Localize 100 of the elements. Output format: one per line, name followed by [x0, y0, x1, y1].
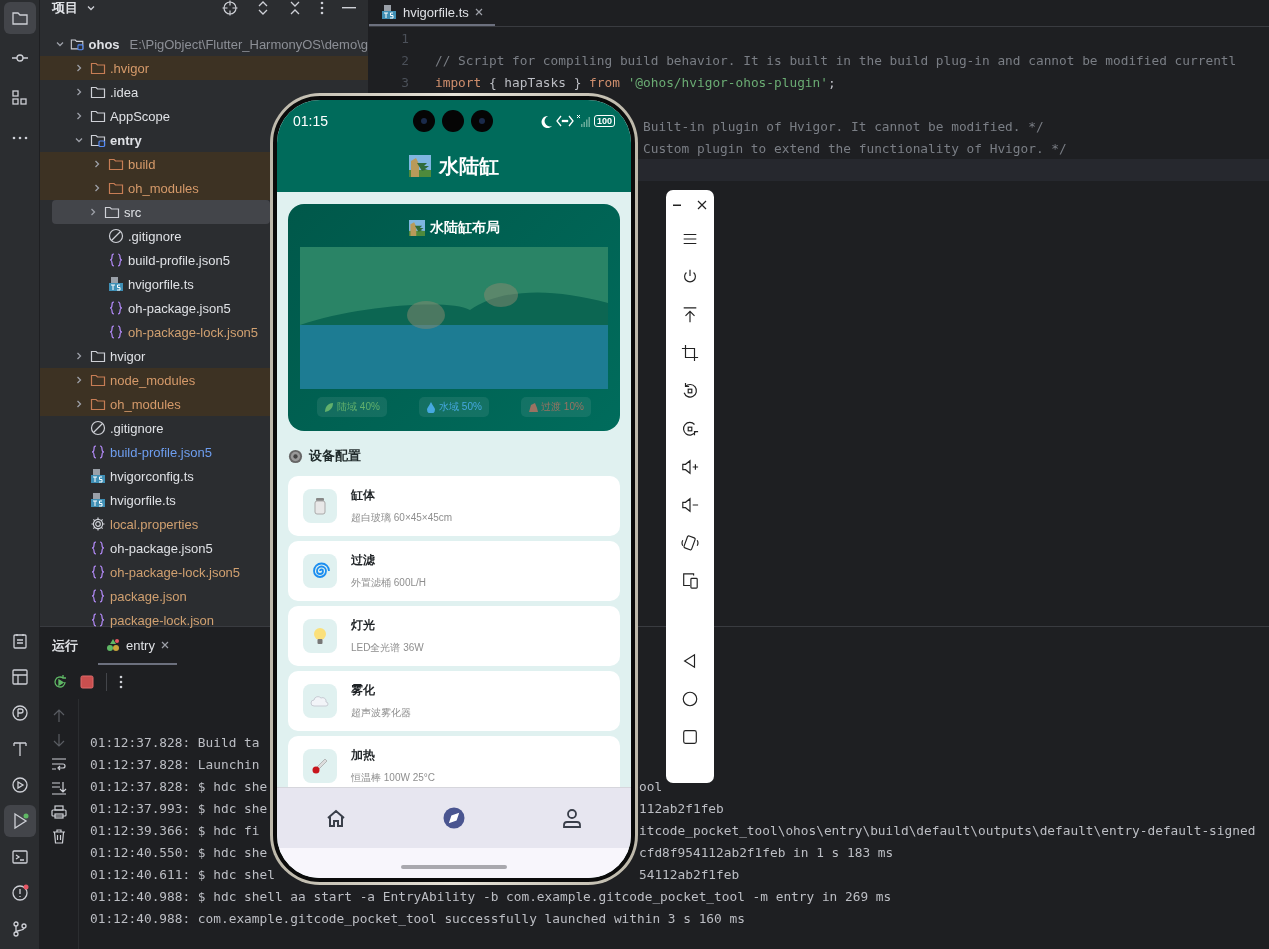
- chevron-icon[interactable]: [92, 159, 102, 169]
- person-icon: [561, 807, 583, 829]
- project-tool-button[interactable]: [3, 2, 36, 34]
- tree-item[interactable]: hvigorconfig.ts: [40, 464, 270, 488]
- tree-item[interactable]: .gitignore: [40, 224, 270, 248]
- home-tab[interactable]: [325, 807, 347, 829]
- tree-item[interactable]: build-profile.json5: [40, 440, 270, 464]
- tree-item[interactable]: AppScope: [40, 104, 270, 128]
- tree-item[interactable]: oh_modules: [40, 176, 270, 200]
- up-arrow-icon[interactable]: [53, 709, 65, 723]
- chevron-icon[interactable]: [74, 375, 84, 385]
- tree-item[interactable]: hvigorfile.ts: [40, 272, 270, 296]
- scroll-to-end-icon[interactable]: [51, 781, 67, 795]
- folder-icon: [90, 372, 106, 388]
- more-options-icon[interactable]: [119, 675, 123, 689]
- device-card[interactable]: 加热 恒温棒 100W 25°C: [288, 736, 620, 787]
- tree-item[interactable]: oh_modules: [40, 392, 270, 416]
- rotate-left-icon[interactable]: [681, 382, 699, 400]
- soft-wrap-icon[interactable]: [51, 757, 67, 771]
- chevron-icon[interactable]: [92, 183, 102, 193]
- tree-item[interactable]: oh-package.json5: [40, 536, 270, 560]
- tree-item[interactable]: .gitignore: [40, 416, 270, 440]
- profile-tab[interactable]: [561, 807, 583, 829]
- legend-chip: 陆域 40%: [317, 397, 387, 417]
- chevron-icon[interactable]: [55, 39, 66, 49]
- device-card[interactable]: 过滤 外置滤桶 600L/H: [288, 541, 620, 601]
- device-spec: 外置滤桶 600L/H: [351, 576, 427, 590]
- chevron-icon[interactable]: [74, 399, 84, 409]
- volume-up-icon[interactable]: [681, 458, 699, 476]
- print-icon[interactable]: [51, 805, 67, 819]
- layout-icon: [10, 668, 29, 686]
- console-line: cfd8f954112ab2f1feb in 1 s 183 ms: [639, 844, 894, 860]
- volume-down-icon[interactable]: [681, 496, 699, 514]
- dropdown-caret-icon[interactable]: [86, 3, 96, 13]
- editor-tab[interactable]: hvigorfile.ts: [369, 0, 495, 26]
- tree-item[interactable]: node_modules: [40, 368, 270, 392]
- run-tab[interactable]: entry: [98, 627, 177, 665]
- tree-item[interactable]: build-profile.json5: [40, 248, 270, 272]
- tree-item[interactable]: package.json: [40, 584, 270, 608]
- structure-icon: [10, 89, 29, 107]
- data-transfer-icon: [555, 115, 574, 127]
- down-arrow-icon[interactable]: [53, 733, 65, 747]
- panel-title[interactable]: 项目: [52, 0, 78, 17]
- more-options-icon[interactable]: [320, 1, 324, 15]
- trash-icon[interactable]: [52, 829, 66, 844]
- tree-item[interactable]: oh-package-lock.json5: [40, 320, 270, 344]
- close-icon[interactable]: [474, 8, 483, 16]
- tree-item[interactable]: ohos E:\PigObject\Flutter_HarmonyOS\demo\g: [40, 32, 368, 56]
- recents-icon[interactable]: [681, 728, 699, 746]
- console-line: 01:12:40.988: $ hdc shell aa start -a EntryAbility -b com.example.gitcode_pocket_tool -m entry in 269 ms: [90, 888, 892, 904]
- minimize-icon[interactable]: [342, 6, 356, 10]
- chevron-icon[interactable]: [74, 351, 84, 361]
- run-tool-button[interactable]: [3, 805, 36, 837]
- tree-item[interactable]: local.properties: [40, 512, 270, 536]
- chevron-icon[interactable]: [74, 63, 84, 73]
- home-icon[interactable]: [681, 690, 699, 708]
- tree-item[interactable]: hvigorfile.ts: [40, 488, 270, 512]
- chevron-icon[interactable]: [74, 135, 84, 145]
- tree-item[interactable]: .hvigor: [40, 56, 368, 80]
- rotate-right-icon[interactable]: [681, 420, 699, 438]
- moon-icon: [539, 114, 553, 128]
- crop-icon[interactable]: [681, 344, 699, 362]
- tree-item[interactable]: oh-package-lock.json5: [40, 560, 270, 584]
- device-spec: 恒温棒 100W 25°C: [351, 771, 436, 785]
- device-card[interactable]: 雾化 超声波雾化器: [288, 671, 620, 731]
- card-title: 水陆缸布局: [429, 219, 500, 237]
- device-spec: 超白玻璃 60×45×45cm: [351, 511, 453, 525]
- compass-icon: [443, 807, 465, 829]
- device-card[interactable]: 缸体 超白玻璃 60×45×45cm: [288, 476, 620, 536]
- tree-item[interactable]: oh-package.json5: [40, 296, 270, 320]
- discover-tab[interactable]: [443, 807, 465, 829]
- tree-item[interactable]: .idea: [40, 80, 270, 104]
- close-icon[interactable]: [160, 641, 169, 649]
- locate-icon[interactable]: [222, 0, 238, 16]
- chevron-icon[interactable]: [74, 87, 84, 97]
- tree-item[interactable]: entry: [40, 128, 270, 152]
- device-spec: 超声波雾化器: [351, 706, 411, 720]
- collapse-all-icon[interactable]: [288, 0, 302, 16]
- arrow-to-top-icon[interactable]: [681, 306, 699, 324]
- problems-icon: [10, 884, 29, 902]
- braces-icon: [90, 564, 106, 580]
- rerun-icon[interactable]: [52, 674, 68, 690]
- stop-icon[interactable]: [80, 675, 94, 689]
- console-line: 01:12:40.550: $ hdc she: [90, 844, 268, 860]
- device-name: 灯光: [351, 617, 376, 634]
- chevron-icon[interactable]: [88, 207, 98, 217]
- device-spec: LED全光谱 36W: [351, 641, 424, 655]
- multi-device-icon[interactable]: [681, 572, 699, 590]
- legend-chip: 水域 50%: [419, 397, 489, 417]
- tree-item[interactable]: src: [52, 200, 270, 224]
- expand-all-icon[interactable]: [256, 0, 270, 16]
- close-icon[interactable]: [697, 200, 707, 210]
- device-card[interactable]: 灯光 LED全光谱 36W: [288, 606, 620, 666]
- tree-item[interactable]: build: [40, 152, 270, 176]
- chevron-icon[interactable]: [74, 111, 84, 121]
- tree-item[interactable]: hvigor: [40, 344, 270, 368]
- code-line: Custom plugin to extend the functionality of Hvigor. */: [643, 140, 1067, 156]
- shake-icon[interactable]: [681, 534, 699, 552]
- folder-icon: [90, 108, 106, 124]
- landscape-icon: [409, 155, 431, 177]
